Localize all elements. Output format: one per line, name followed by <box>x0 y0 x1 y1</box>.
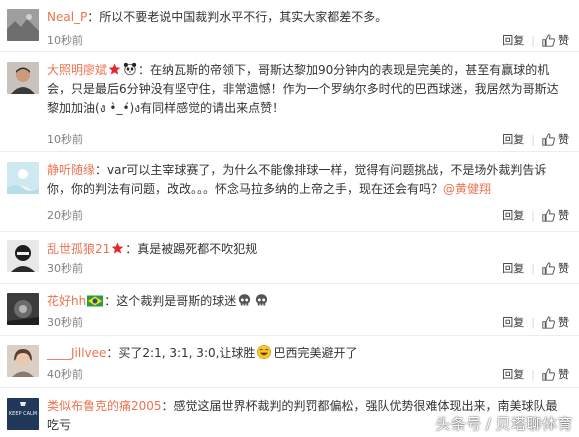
comment-text: 静听随缘：var可以主宰球赛了，为什么不能像排球一样，觉得有问题挑战，不是场外裁… <box>47 161 569 199</box>
avatar[interactable] <box>7 293 39 325</box>
comment-actions: 回复 | 赞 <box>502 131 569 147</box>
like-label: 赞 <box>558 368 569 381</box>
emoticon-text: (ง •̀_•́)ง <box>95 101 141 115</box>
username-link[interactable]: 静听随缘 <box>47 163 95 177</box>
watermark: 头条号 / 贝塔聊体育 <box>435 413 573 434</box>
watermark-divider: / <box>485 415 492 433</box>
thumbs-up-icon <box>542 208 555 222</box>
like-label: 赞 <box>558 209 569 222</box>
username-link[interactable]: ____Jillvee <box>47 346 106 360</box>
like-button[interactable]: 赞 <box>542 366 569 382</box>
star-badge-icon <box>111 242 124 254</box>
star-badge-icon <box>108 63 121 75</box>
comment-time: 30秒前 <box>47 262 83 275</box>
like-label: 赞 <box>558 262 569 275</box>
reply-button[interactable]: 回复 <box>502 207 524 223</box>
reply-button[interactable]: 回复 <box>502 131 524 147</box>
avatar-image <box>7 240 39 272</box>
reply-button[interactable]: 回复 <box>502 366 524 382</box>
like-button[interactable]: 赞 <box>542 260 569 276</box>
like-button[interactable]: 赞 <box>542 207 569 223</box>
comment-time: 30秒前 <box>47 316 83 329</box>
comment-content: ：买了2:1, 3:1, 3:0,让球胜 <box>106 346 256 360</box>
comment-time: 20秒前 <box>47 209 83 222</box>
thumbs-up-icon <box>542 132 555 146</box>
reply-button[interactable]: 回复 <box>502 32 524 48</box>
comment-actions: 回复 | 赞 <box>502 260 569 276</box>
avatar-caption: KEEP CALM <box>9 411 37 417</box>
comment-item: 大照明廖斌 ：在纳瓦斯的帝领下，哥斯达黎加90分钟内的表现是完美的，甚至有赢球的机… <box>0 52 579 152</box>
laughing-emoji-icon <box>257 345 272 359</box>
avatar[interactable] <box>7 9 39 41</box>
comment-item: 花好hh ：这个裁判是哥斯的球迷 30秒前 回复 | 赞 <box>0 284 579 336</box>
comment-item: 乱世孤狼21 ：真是被踢死都不吹犯规 30秒前 回复 | 赞 <box>0 232 579 284</box>
thumbs-up-icon <box>542 315 555 329</box>
comment-content-2: 有同样感觉的请出来点赞！ <box>140 101 285 115</box>
like-button[interactable]: 赞 <box>542 32 569 48</box>
username-link[interactable]: 大照明廖斌 <box>47 63 107 77</box>
comment-text: 乱世孤狼21 ：真是被踢死都不吹犯规 <box>47 240 569 259</box>
action-divider: | <box>531 208 535 222</box>
action-divider: | <box>531 132 535 146</box>
username-link[interactable]: Neal_P <box>47 10 87 24</box>
comment-text: 花好hh ：这个裁判是哥斯的球迷 <box>47 292 569 311</box>
avatar[interactable]: KEEP CALM <box>7 398 39 430</box>
mention-link[interactable]: @黄健翔 <box>443 182 491 196</box>
avatar[interactable] <box>7 62 39 94</box>
comment-actions: 回复 | 赞 <box>502 32 569 48</box>
avatar-image <box>7 345 39 377</box>
like-button[interactable]: 赞 <box>542 131 569 147</box>
like-button[interactable]: 赞 <box>542 314 569 330</box>
watermark-platform: 头条号 <box>435 415 482 433</box>
avatar-image <box>7 9 39 41</box>
avatar-image: KEEP CALM <box>7 398 39 430</box>
reply-button[interactable]: 回复 <box>502 260 524 276</box>
thumbs-up-icon <box>542 33 555 47</box>
comment-actions: 回复 | 赞 <box>502 207 569 223</box>
like-label: 赞 <box>558 316 569 329</box>
panda-icon <box>123 62 137 76</box>
comment-actions: 回复 | 赞 <box>502 314 569 330</box>
avatar-image <box>7 293 39 325</box>
reply-button[interactable]: 回复 <box>502 314 524 330</box>
avatar[interactable] <box>7 345 39 377</box>
comment-text: ____Jillvee：买了2:1, 3:1, 3:0,让球胜 巴西完美避开了 <box>47 344 569 363</box>
comment-actions: 回复 | 赞 <box>502 366 569 382</box>
comment-content: ：所以不要老说中国裁判水平不行，其实大家都差不多。 <box>87 10 388 24</box>
like-label: 赞 <box>558 34 569 47</box>
comment-content: ：这个裁判是哥斯的球迷 <box>104 294 237 308</box>
skull-icon <box>256 294 268 306</box>
watermark-author: 贝塔聊体育 <box>495 415 573 433</box>
comment-item: 静听随缘：var可以主宰球赛了，为什么不能像排球一样，觉得有问题挑战，不是场外裁… <box>0 152 579 232</box>
brazil-flag-icon <box>87 295 104 307</box>
action-divider: | <box>531 33 535 47</box>
avatar[interactable] <box>7 162 39 194</box>
comment-item: Neal_P：所以不要老说中国裁判水平不行，其实大家都差不多。 10秒前 回复 … <box>0 0 579 52</box>
like-label: 赞 <box>558 133 569 146</box>
thumbs-up-icon <box>542 367 555 381</box>
action-divider: | <box>531 367 535 381</box>
skull-icon <box>239 294 251 306</box>
action-divider: | <box>531 315 535 329</box>
comment-content-2: 巴西完美避开了 <box>273 346 358 360</box>
action-divider: | <box>531 261 535 275</box>
comment-content: ：真是被踢死都不吹犯规 <box>125 242 258 256</box>
avatar-image <box>7 62 39 94</box>
comment-time: 40秒前 <box>47 368 83 381</box>
comment-text: 大照明廖斌 ：在纳瓦斯的帝领下，哥斯达黎加90分钟内的表现是完美的，甚至有赢球的机… <box>47 61 569 118</box>
username-link[interactable]: 类似布鲁克的痛2005 <box>47 399 162 413</box>
username-link[interactable]: 乱世孤狼21 <box>47 242 110 256</box>
username-link[interactable]: 花好hh <box>47 294 86 308</box>
comment-time: 10秒前 <box>47 34 83 47</box>
comment-item: ____Jillvee：买了2:1, 3:1, 3:0,让球胜 巴西完美避开了 4… <box>0 336 579 388</box>
avatar[interactable] <box>7 240 39 272</box>
thumbs-up-icon <box>542 261 555 275</box>
comment-text: Neal_P：所以不要老说中国裁判水平不行，其实大家都差不多。 <box>47 8 569 27</box>
avatar-image <box>7 162 39 194</box>
comment-time: 10秒前 <box>47 133 83 146</box>
